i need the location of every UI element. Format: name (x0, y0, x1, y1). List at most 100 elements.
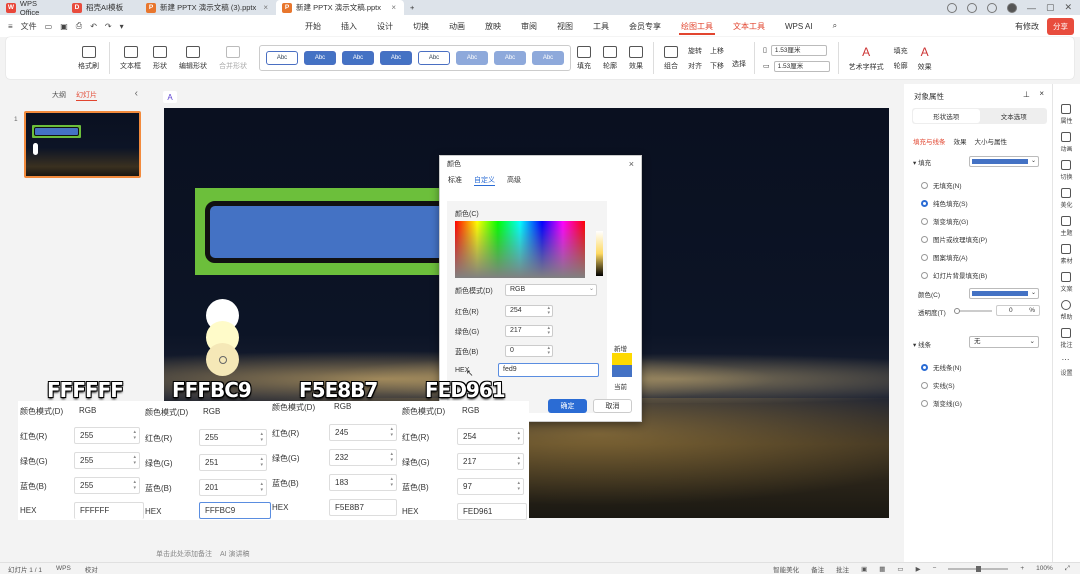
tab-size[interactable]: 大小与属性 (975, 136, 1008, 146)
notes-toggle[interactable]: 备注 (811, 564, 824, 574)
text-fill-button[interactable]: 填充 (894, 46, 908, 56)
fill-option-none[interactable]: 无填充(N) (921, 180, 962, 190)
close-icon[interactable]: × (1039, 89, 1044, 98)
edit-shape-button[interactable]: 编辑形状 (173, 37, 213, 79)
outline-tab[interactable]: 大纲 (52, 90, 66, 101)
tab-wps-ai[interactable]: WPS AI (775, 15, 823, 37)
rail-settings[interactable]: ⋯ 设置 (1060, 356, 1072, 378)
green-input[interactable]: 217 ▴ ▾ (505, 325, 553, 337)
search-icon[interactable]: ⌕ (823, 15, 847, 37)
tab-fill-line[interactable]: 填充与线条 (913, 136, 946, 146)
cancel-button[interactable]: 取消 (593, 399, 632, 413)
fit-window-icon[interactable]: ⤢ (1065, 565, 1070, 573)
fill-button[interactable]: 填充 (571, 37, 597, 79)
merge-shape-button[interactable]: 合并形状 (213, 37, 253, 79)
shape-style-2[interactable]: Abc (304, 51, 336, 65)
notes-placeholder[interactable]: 单击此处添加备注 (156, 549, 212, 559)
slide-thumbnail[interactable] (24, 111, 141, 178)
rail-animation[interactable]: 动画 (1060, 132, 1073, 153)
art-text-button[interactable]: A 艺术字样式 (843, 37, 890, 79)
format-painter-button[interactable]: 格式刷 (72, 37, 105, 79)
maximize-icon[interactable]: ▢ (1046, 2, 1055, 13)
rail-help[interactable]: 帮助 (1060, 300, 1073, 321)
rotate-button[interactable]: 旋转 (688, 46, 702, 56)
ai-speech-button[interactable]: AI 演讲稿 (220, 549, 250, 559)
sync-icon[interactable] (946, 2, 957, 13)
tab-insert[interactable]: 插入 (331, 15, 367, 37)
sorter-view-icon[interactable]: ▦ (879, 565, 885, 573)
collapse-icon[interactable]: ‹ (135, 88, 138, 99)
shape-style-8[interactable]: Abc (532, 51, 564, 65)
tab-tools[interactable]: 工具 (583, 15, 619, 37)
undo-icon[interactable]: ↶ (90, 22, 97, 31)
line-header[interactable]: ▾ 线条 (913, 339, 931, 349)
send-down-button[interactable]: 下移 (710, 61, 724, 71)
fill-option-solid[interactable]: 纯色填充(S) (921, 198, 968, 208)
fill-option-gradient[interactable]: 渐变填充(G) (921, 216, 968, 226)
text-effect-button[interactable]: A 效果 (912, 37, 938, 79)
ok-button[interactable]: 确定 (548, 399, 587, 413)
zoom-level[interactable]: 100% (1036, 565, 1053, 572)
effect-button[interactable]: 效果 (623, 37, 649, 79)
tab-docer-ai[interactable]: D 稻壳AI模板 (66, 0, 140, 15)
fill-option-picture[interactable]: 图片或纹理填充(P) (921, 234, 987, 244)
tab-standard[interactable]: 标准 (448, 175, 462, 185)
line-option-none[interactable]: 无线条(N) (921, 362, 962, 372)
fill-option-pattern[interactable]: 图案填充(A) (921, 252, 968, 262)
smart-beautify-button[interactable]: 智能美化 (773, 564, 799, 574)
shape-style-5[interactable]: Abc (418, 51, 450, 65)
rotate-handle-icon[interactable] (219, 356, 227, 364)
stepper-icon[interactable]: ▴ ▾ (547, 306, 550, 316)
luminance-slider[interactable] (596, 231, 603, 276)
save-icon[interactable]: ▣ (60, 22, 68, 31)
width-input[interactable]: 1.53厘米 (773, 60, 830, 72)
zoom-handle[interactable] (976, 565, 982, 572)
transparency-input[interactable]: 0% (996, 305, 1040, 316)
tab-home[interactable]: 开始 (295, 15, 331, 37)
pin-icon[interactable]: ⊥ (1023, 90, 1030, 99)
height-input[interactable]: 1.53厘米 (770, 44, 827, 56)
tab-drawing-tools[interactable]: 绘图工具 (671, 15, 723, 37)
slider-handle[interactable] (954, 308, 960, 314)
rail-comment[interactable]: 批注 (1060, 328, 1073, 349)
tab-slideshow[interactable]: 放映 (475, 15, 511, 37)
tab-member[interactable]: 会员专享 (619, 15, 671, 37)
file-menu[interactable]: 文件 (21, 21, 37, 32)
comment-toggle[interactable]: 批注 (836, 564, 849, 574)
tab-wps-office[interactable]: W WPS Office (0, 0, 66, 17)
redo-icon[interactable]: ↷ (105, 22, 112, 31)
rail-copy[interactable]: 文案 (1060, 272, 1073, 293)
stepper-icon[interactable]: ▴ ▾ (547, 346, 550, 356)
has-changes-label[interactable]: 有修改 (1015, 21, 1039, 32)
transparency-slider[interactable] (954, 308, 992, 314)
zoom-in-icon[interactable]: + (1020, 565, 1024, 572)
slides-tab[interactable]: 幻灯片 (76, 90, 97, 101)
bring-up-button[interactable]: 上移 (710, 46, 724, 56)
line-option-solid[interactable]: 实线(S) (921, 380, 955, 390)
tab-shape-options[interactable]: 形状选项 (913, 109, 980, 123)
minimize-icon[interactable]: — (1027, 3, 1036, 13)
new-tab-button[interactable]: + (404, 0, 422, 15)
shape-style-7[interactable]: Abc (494, 51, 526, 65)
tab-transition[interactable]: 切换 (403, 15, 439, 37)
shape-button[interactable]: 形状 (147, 37, 173, 79)
tab-text-tools[interactable]: 文本工具 (723, 15, 775, 37)
proofread-button[interactable]: 校对 (85, 564, 98, 574)
hamburger-icon[interactable]: ≡ (8, 22, 13, 31)
line-option-gradient[interactable]: 渐变线(G) (921, 398, 962, 408)
rail-material[interactable]: 素材 (1060, 244, 1073, 265)
chevron-down-icon[interactable]: ▾ (120, 22, 124, 31)
tab-animation[interactable]: 动画 (439, 15, 475, 37)
window-close-icon[interactable]: ✕ (1064, 2, 1072, 13)
shape-style-3[interactable]: Abc (342, 51, 374, 65)
tab-review[interactable]: 审阅 (511, 15, 547, 37)
rail-properties[interactable]: 属性 (1060, 104, 1073, 125)
skin-icon[interactable] (986, 2, 997, 13)
folder-icon[interactable]: ▭ (45, 22, 53, 31)
reading-view-icon[interactable]: ▭ (897, 565, 903, 573)
line-dropdown[interactable]: 无 ⌄ (969, 336, 1039, 348)
color-mode-select[interactable]: RGB ⌄ (505, 284, 597, 296)
text-outline-button[interactable]: 轮廓 (894, 61, 908, 71)
text-box-button[interactable]: 文本框 (114, 37, 147, 79)
outline-button[interactable]: 轮廓 (597, 37, 623, 79)
